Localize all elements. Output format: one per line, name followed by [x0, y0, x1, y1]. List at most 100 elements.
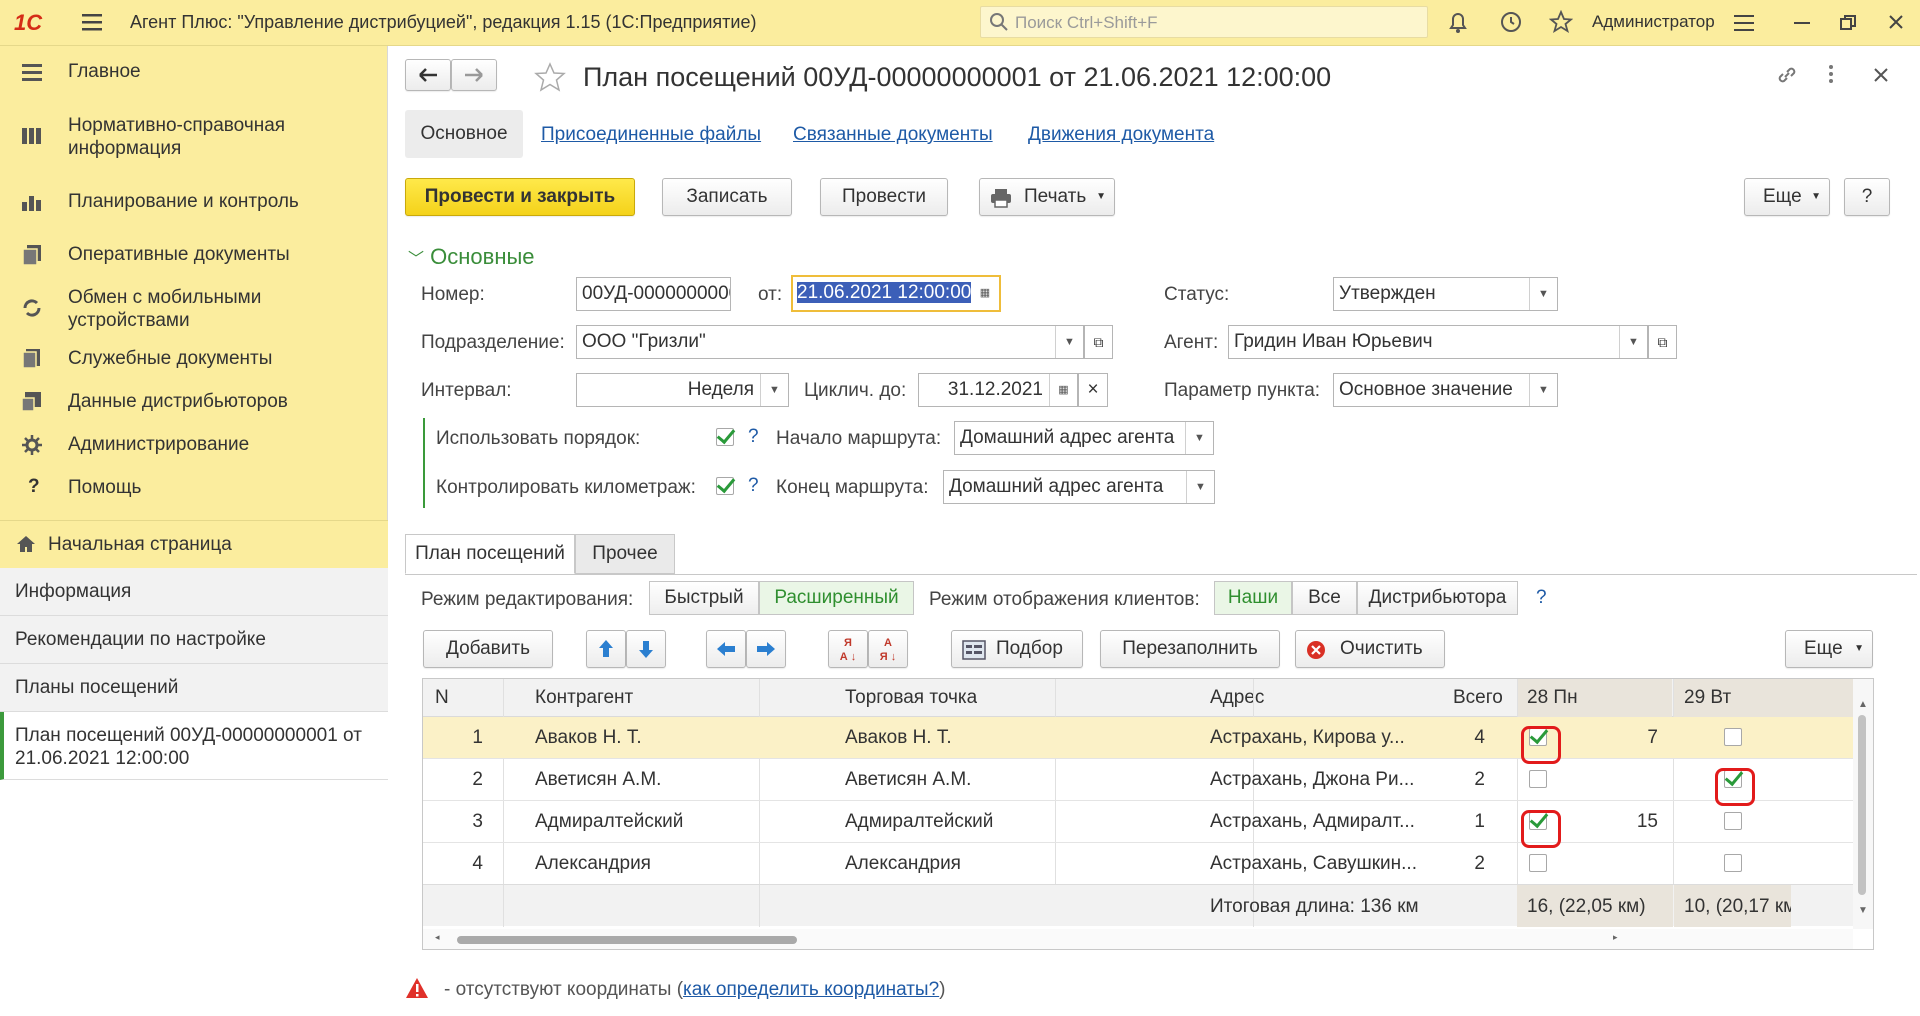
favorite-star-icon[interactable]: [534, 62, 566, 92]
tab-visit-plan[interactable]: План посещений: [405, 534, 575, 574]
sidebar-home[interactable]: Начальная страница: [0, 520, 388, 568]
scroll-up-icon[interactable]: ▲: [1858, 699, 1868, 710]
chevron-down-icon[interactable]: ▼: [1055, 326, 1083, 358]
section-header-main[interactable]: ﹀ Основные: [408, 244, 535, 270]
sort-asc-button[interactable]: ЯА ↓: [828, 630, 868, 668]
menu-icon[interactable]: [82, 12, 102, 32]
route-end-select[interactable]: Домашний адрес агента ▼: [943, 470, 1215, 504]
day29-checkbox[interactable]: [1724, 812, 1742, 830]
minimize-icon[interactable]: [1794, 22, 1810, 26]
chevron-down-icon[interactable]: ▼: [1619, 326, 1647, 358]
use-order-checkbox[interactable]: [716, 428, 734, 446]
more-vert-icon[interactable]: [1828, 64, 1834, 84]
horizontal-scrollbar[interactable]: ◂ ▸: [423, 929, 1853, 949]
col-point[interactable]: Торговая точка: [845, 687, 977, 709]
history-icon[interactable]: [1499, 10, 1523, 34]
scroll-right-icon[interactable]: ▸: [1613, 932, 1618, 943]
restore-icon[interactable]: [1840, 15, 1856, 31]
interval-select[interactable]: Неделя ▼: [576, 373, 789, 407]
vertical-scroll-thumb[interactable]: [1858, 715, 1866, 895]
open-window-visit-plans[interactable]: Планы посещений: [0, 664, 388, 712]
col-total[interactable]: Всего: [1453, 687, 1503, 709]
control-km-help[interactable]: ?: [748, 475, 759, 497]
chevron-down-icon[interactable]: ▼: [1186, 471, 1214, 503]
client-mode-ours[interactable]: Наши: [1214, 581, 1292, 615]
settings-menu-icon[interactable]: [1734, 14, 1754, 32]
bell-icon[interactable]: [1447, 10, 1469, 34]
post-and-close-button[interactable]: Провести и закрыть: [405, 178, 635, 216]
use-order-help[interactable]: ?: [748, 426, 759, 448]
move-right-button[interactable]: [746, 630, 786, 668]
col-address[interactable]: Адрес: [1210, 687, 1264, 709]
more-button[interactable]: Еще ▼: [1744, 178, 1830, 216]
edit-mode-extended[interactable]: Расширенный: [759, 581, 914, 615]
status-select[interactable]: Утвержден ▼: [1333, 277, 1558, 311]
vertical-scrollbar[interactable]: ▲ ▼: [1853, 679, 1873, 929]
division-field[interactable]: ООО "Гризли" ▼: [576, 325, 1084, 359]
how-to-coords-link[interactable]: как определить координаты?: [683, 979, 939, 1000]
client-mode-help[interactable]: ?: [1536, 587, 1547, 609]
move-left-button[interactable]: [706, 630, 746, 668]
day28-checkbox[interactable]: [1529, 854, 1547, 872]
calendar-icon[interactable]: ▦: [1049, 374, 1077, 406]
col-contractor[interactable]: Контрагент: [535, 687, 633, 709]
chevron-down-icon[interactable]: ▼: [1185, 422, 1213, 454]
param-select[interactable]: Основное значение ▼: [1333, 373, 1558, 407]
table-row[interactable]: 2 Аветисян А.М. Аветисян А.М. Астрахань,…: [423, 759, 1853, 801]
agent-field[interactable]: Гридин Иван Юрьевич ▼: [1228, 325, 1648, 359]
calendar-icon[interactable]: ▦: [971, 277, 999, 309]
tab-movements[interactable]: Движения документа: [1028, 124, 1214, 146]
move-down-button[interactable]: [626, 630, 666, 668]
open-window-info[interactable]: Информация: [0, 568, 388, 616]
clear-button[interactable]: Очистить: [1295, 630, 1445, 668]
col-d28-header[interactable]: 28 Пн: [1517, 679, 1672, 717]
save-button[interactable]: Записать: [662, 178, 792, 216]
edit-mode-fast[interactable]: Быстрый: [649, 581, 759, 615]
col-n[interactable]: N: [435, 687, 449, 709]
add-button[interactable]: Добавить: [423, 630, 553, 668]
move-up-button[interactable]: [586, 630, 626, 668]
table-row[interactable]: 1 Аваков Н. Т. Аваков Н. Т. Астрахань, К…: [423, 717, 1853, 759]
client-mode-all[interactable]: Все: [1292, 581, 1357, 615]
user-name[interactable]: Администратор: [1592, 12, 1715, 32]
close-icon[interactable]: [1874, 68, 1888, 82]
refill-button[interactable]: Перезаполнить: [1100, 630, 1280, 668]
tab-attached-files[interactable]: Присоединенные файлы: [541, 124, 761, 146]
open-window-current-doc[interactable]: План посещений 00УД-00000000001 от 21.06…: [0, 712, 388, 780]
search-input[interactable]: Поиск Ctrl+Shift+F: [980, 6, 1428, 38]
grid-more-button[interactable]: Еще ▼: [1785, 630, 1873, 668]
horizontal-scroll-thumb[interactable]: [457, 936, 797, 944]
select-button[interactable]: Подбор: [951, 630, 1083, 668]
tab-related-docs[interactable]: Связанные документы: [793, 124, 993, 146]
clear-cycle-button[interactable]: ×: [1078, 373, 1108, 407]
star-icon[interactable]: [1549, 10, 1573, 34]
forward-button[interactable]: [451, 59, 497, 91]
scroll-left-icon[interactable]: ◂: [435, 932, 440, 943]
print-button[interactable]: Печать ▼: [979, 178, 1115, 216]
close-window-icon[interactable]: [1888, 14, 1904, 30]
col-d29-header[interactable]: 29 Вт: [1674, 679, 1791, 717]
chevron-down-icon[interactable]: ▼: [1529, 374, 1557, 406]
open-agent-button[interactable]: ⧉: [1648, 325, 1677, 359]
day28-checkbox[interactable]: [1529, 770, 1547, 788]
open-division-button[interactable]: ⧉: [1084, 325, 1113, 359]
tab-other[interactable]: Прочее: [575, 534, 675, 574]
chevron-down-icon[interactable]: ▼: [760, 374, 788, 406]
date-field[interactable]: 21.06.2021 12:00:00 ▦: [791, 275, 1001, 312]
day29-checkbox[interactable]: [1724, 728, 1742, 746]
table-row[interactable]: 4 Александрия Александрия Астрахань, Сав…: [423, 843, 1853, 884]
back-button[interactable]: [405, 59, 451, 91]
sort-desc-button[interactable]: АЯ ↓: [868, 630, 908, 668]
cycle-date-field[interactable]: 31.12.2021 ▦: [918, 373, 1078, 407]
open-window-recommendations[interactable]: Рекомендации по настройке: [0, 616, 388, 664]
route-start-select[interactable]: Домашний адрес агента ▼: [954, 421, 1214, 455]
chevron-down-icon[interactable]: ▼: [1529, 278, 1557, 310]
table-row[interactable]: 3 Адмиралтейский Адмиралтейский Астрахан…: [423, 801, 1853, 843]
post-button[interactable]: Провести: [820, 178, 948, 216]
scroll-down-icon[interactable]: ▼: [1858, 905, 1868, 916]
number-field[interactable]: 00УД-00000000001: [576, 277, 731, 311]
control-km-checkbox[interactable]: [716, 477, 734, 495]
link-icon[interactable]: [1776, 64, 1798, 86]
tab-main[interactable]: Основное: [405, 110, 523, 158]
client-mode-distributor[interactable]: Дистрибьютора: [1357, 581, 1518, 615]
